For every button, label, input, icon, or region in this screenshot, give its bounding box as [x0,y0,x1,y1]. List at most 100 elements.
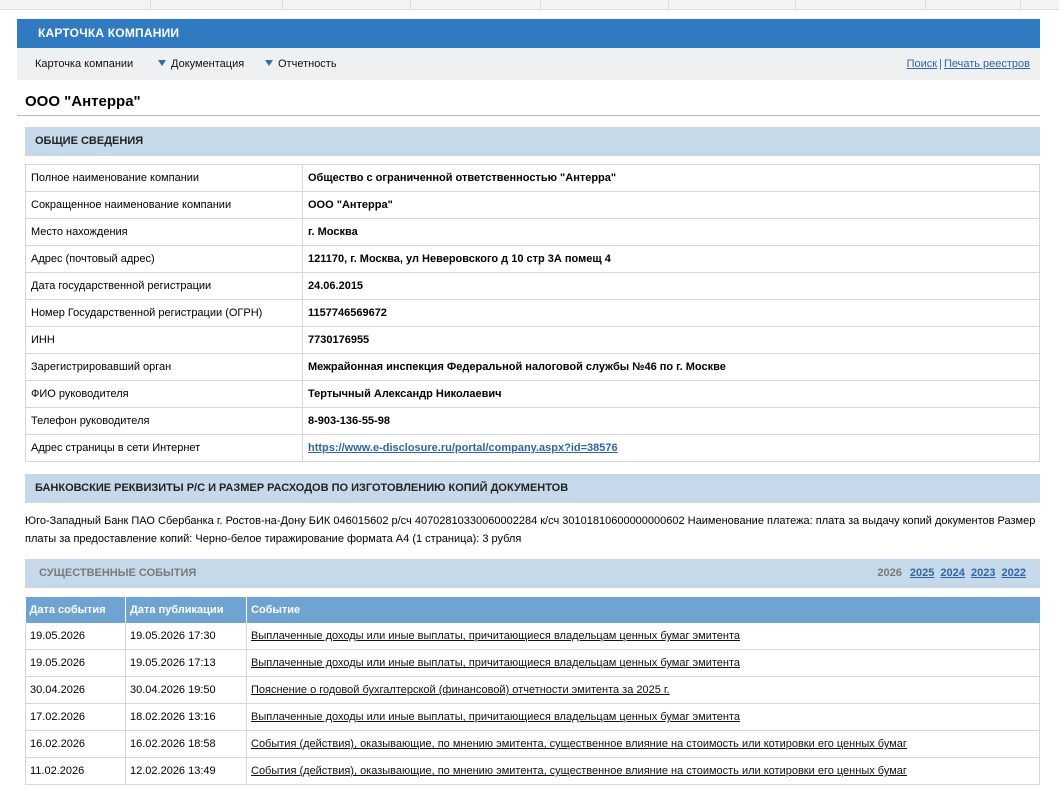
info-value: 8-903-136-55-98 [302,407,1040,435]
event-cell: Пояснение о годовой бухгалтерской (финан… [246,676,1040,704]
info-value-cell: https://www.e-disclosure.ru/portal/compa… [302,434,1040,462]
table-row: 17.02.2026 18.02.2026 13:16 Выплаченные до… [25,703,1040,731]
info-value: ООО "Антерра" [302,191,1040,219]
events-title: СУЩЕСТВЕННЫЕ СОБЫТИЯ [39,567,197,579]
info-row: ИНН 7730176955 [25,326,1040,354]
event-link[interactable]: Выплаченные доходы или иные выплаты, при… [251,630,740,642]
event-date: 19.05.2026 [25,649,126,677]
info-row: Дата государственной регистрации 24.06.20… [25,272,1040,300]
publication-date: 16.02.2026 18:58 [125,730,247,758]
info-value: Межрайонная инспекция Федеральной налого… [302,353,1040,381]
year-link-2025[interactable]: 2025 [910,567,934,579]
strip-divider [540,0,541,9]
event-link[interactable]: События (действия), оказывающие, по мнен… [251,738,907,750]
strip-divider [795,0,796,9]
title-divider [17,115,1040,116]
search-link[interactable]: Поиск [907,58,937,70]
info-row: Адрес страницы в сети Интернет https://ww… [25,434,1040,462]
info-label: Дата государственной регистрации [25,272,303,300]
info-label: Адрес страницы в сети Интернет [25,434,303,462]
bank-details-text: Юго-Западный Банк ПАО Сбербанка г. Росто… [25,515,1036,545]
event-link[interactable]: Выплаченные доходы или иные выплаты, при… [251,657,740,669]
company-title: ООО "Антерра" [25,93,141,110]
info-value: 1157746569672 [302,299,1040,327]
table-row: 19.05.2026 19.05.2026 17:30 Выплаченные до… [25,623,1040,650]
info-label: ФИО руководителя [25,380,303,408]
table-row: 19.05.2026 19.05.2026 17:13 Выплаченные до… [25,649,1040,677]
event-date: 11.02.2026 [25,757,126,785]
info-value: 24.06.2015 [302,272,1040,300]
company-website-link[interactable]: https://www.e-disclosure.ru/portal/compa… [308,442,618,454]
info-row: Зарегистрировавший орган Межрайонная инсп… [25,353,1040,381]
print-registers-link[interactable]: Печать реестров [944,58,1030,70]
event-link[interactable]: События (действия), оказывающие, по мнен… [251,765,907,777]
event-cell: Выплаченные доходы или иные выплаты, при… [246,649,1040,677]
info-label: Место нахождения [25,218,303,246]
publication-date: 18.02.2026 13:16 [125,703,247,731]
info-label: Зарегистрировавший орган [25,353,303,381]
event-date: 19.05.2026 [25,623,126,650]
publication-date: 19.05.2026 17:30 [125,623,247,650]
events-section-header: СУЩЕСТВЕННЫЕ СОБЫТИЯ 2026 2025 2024 2023 … [25,559,1040,588]
info-value: Тертычный Александр Николаевич [302,380,1040,408]
menu-documentation[interactable]: Документация [158,58,244,71]
year-selector: 2026 2025 2024 2023 2022 [877,559,1026,588]
dropdown-arrow-icon [158,60,166,66]
bank-details-title: БАНКОВСКИЕ РЕКВИЗИТЫ Р/С И РАЗМЕР РАСХОД… [35,482,569,494]
strip-divider [410,0,411,9]
info-row: Место нахождения г. Москва [25,218,1040,246]
page-header: КАРТОЧКА КОМПАНИИ [17,19,1040,48]
info-label: Сокращенное наименование компании [25,191,303,219]
event-cell: События (действия), оказывающие, по мнен… [246,730,1040,758]
table-row: 30.04.2026 30.04.2026 19:50 Пояснение о го… [25,676,1040,704]
info-row: Телефон руководителя 8-903-136-55-98 [25,407,1040,435]
info-row: ФИО руководителя Тертычный Александр Нико… [25,380,1040,408]
menu-reports[interactable]: Отчетность [265,58,337,71]
year-link-2022[interactable]: 2022 [1002,567,1026,579]
info-row: Номер Государственной регистрации (ОГРН)… [25,299,1040,327]
info-row: Полное наименование компании Общество с о… [25,164,1040,192]
general-info-title: ОБЩИЕ СВЕДЕНИЯ [35,135,144,147]
menu-documentation-label: Документация [171,58,245,70]
page-header-title: КАРТОЧКА КОМПАНИИ [38,26,180,40]
strip-divider [925,0,926,9]
column-header-publication-date: Дата публикации [125,597,247,623]
menu-reports-label: Отчетность [278,58,337,70]
general-info-section-header: ОБЩИЕ СВЕДЕНИЯ [25,127,1040,156]
event-date: 16.02.2026 [25,730,126,758]
info-value: 7730176955 [302,326,1040,354]
info-label: Адрес (почтовый адрес) [25,245,303,273]
column-header-event-date: Дата события [25,597,126,623]
menu-bar: Карточка компании Документация Отчетност… [17,48,1040,80]
info-row: Адрес (почтовый адрес) 121170, г. Москва,… [25,245,1040,273]
event-link[interactable]: Пояснение о годовой бухгалтерской (финан… [251,684,670,696]
event-cell: События (действия), оказывающие, по мнен… [246,757,1040,785]
browser-top-strip [0,0,1059,10]
strip-divider [1020,0,1021,9]
event-date: 30.04.2026 [25,676,126,704]
year-link-2024[interactable]: 2024 [940,567,964,579]
year-link-2023[interactable]: 2023 [971,567,995,579]
table-row: 11.02.2026 12.02.2026 13:49 События (дейст… [25,757,1040,785]
info-value: г. Москва [302,218,1040,246]
menu-company-card[interactable]: Карточка компании [35,58,133,71]
general-info-table: Полное наименование компании Общество с о… [25,164,1040,462]
events-table: Дата события Дата публикации Событие 19.… [25,597,1040,785]
info-label: ИНН [25,326,303,354]
link-separator: | [939,58,942,70]
events-header-row: Дата события Дата публикации Событие [25,597,1040,623]
info-label: Номер Государственной регистрации (ОГРН) [25,299,303,327]
info-label: Полное наименование компании [25,164,303,192]
info-value: Общество с ограниченной ответственностью… [302,164,1040,192]
column-header-event: Событие [246,597,1040,623]
table-row: 16.02.2026 16.02.2026 18:58 События (дейст… [25,730,1040,758]
strip-divider [668,0,669,9]
event-link[interactable]: Выплаченные доходы или иные выплаты, при… [251,711,740,723]
info-row: Сокращенное наименование компании ООО "Ан… [25,191,1040,219]
publication-date: 30.04.2026 19:50 [125,676,247,704]
year-current: 2026 [877,567,902,579]
menu-links: Поиск | Печать реестров [907,58,1030,71]
strip-divider [282,0,283,9]
publication-date: 19.05.2026 17:13 [125,649,247,677]
publication-date: 12.02.2026 13:49 [125,757,247,785]
